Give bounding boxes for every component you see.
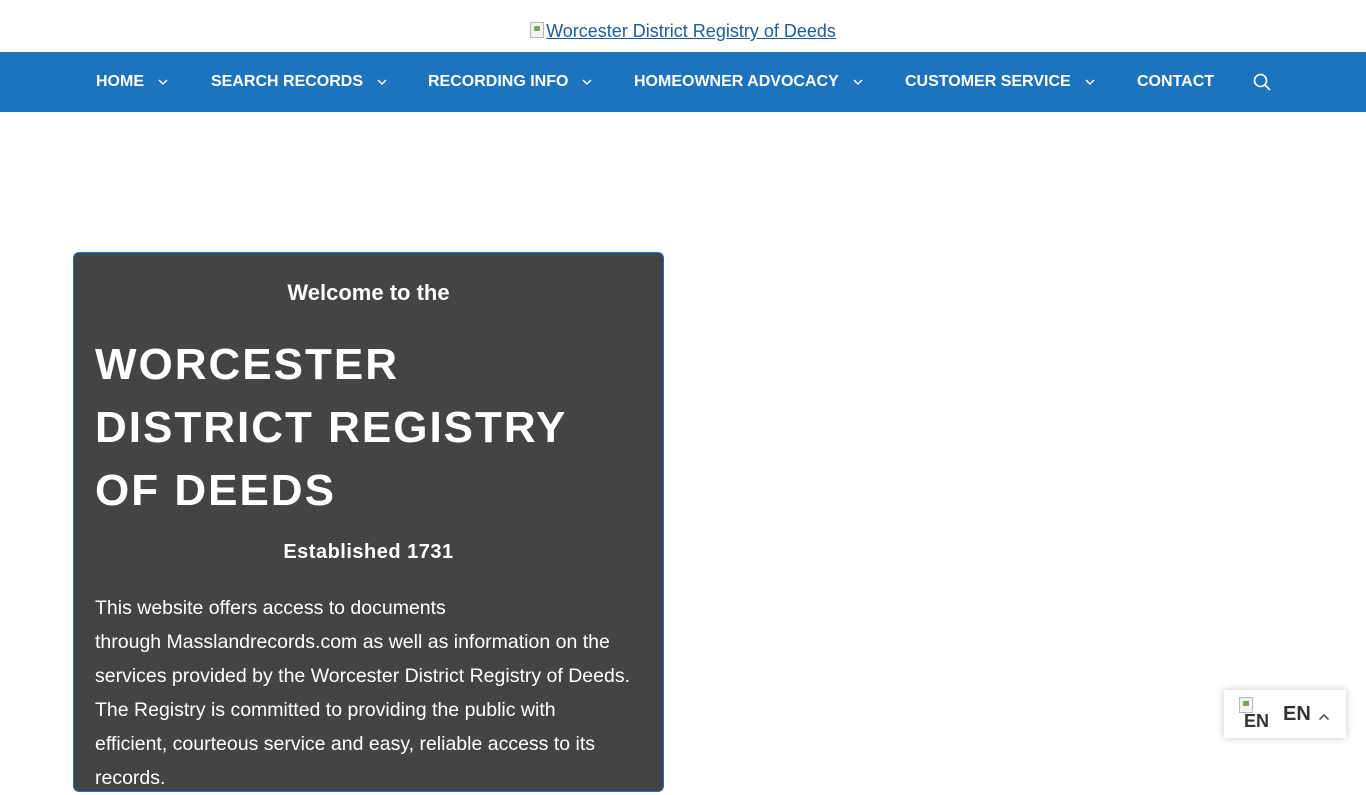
title-line: OF DEEDS [95,466,336,515]
nav-item-home[interactable]: HOME [96,52,168,112]
chevron-down-icon [1085,79,1095,85]
nav-item-label: RECORDING INFO [428,73,569,90]
chevron-down-icon [377,79,387,85]
broken-image-icon [530,21,545,38]
chevron-down-icon [158,79,168,85]
flag-icon: EN [1238,697,1272,731]
title-line: WORCESTER [95,340,399,389]
language-switcher[interactable]: EN EN [1224,690,1346,738]
welcome-card: Welcome to the WORCESTER DISTRICT REGIST… [73,252,664,792]
site-logo-link[interactable]: Worcester District Registry of Deeds [530,21,836,42]
nav-item-recording-info[interactable]: RECORDING INFO [428,52,592,112]
nav-item-contact[interactable]: CONTACT [1137,52,1214,112]
chevron-up-icon [1318,708,1330,726]
established-subtitle: Established 1731 [283,541,454,563]
nav-item-label: CONTACT [1137,73,1215,90]
intro-line: The Registry is committed to providing t… [95,699,556,721]
intro-line: services provided by the Worcester Distr… [95,665,630,687]
nav-item-label: HOMEOWNER ADVOCACY [634,73,839,90]
nav-item-label: HOME [96,73,144,90]
current-language-label: EN [1283,703,1311,725]
page-title: WORCESTER DISTRICT REGISTRY OF DEEDS [95,333,655,522]
main-navigation: HOME SEARCH RECORDS RECORDING INFO HOMEO… [0,52,1366,112]
title-line: DISTRICT REGISTRY [95,403,568,452]
nav-item-homeowner-advocacy[interactable]: HOMEOWNER ADVOCACY [634,52,863,112]
welcome-heading: Welcome to the [287,280,450,305]
nav-item-search-records[interactable]: SEARCH RECORDS [211,52,387,112]
nav-item-customer-service[interactable]: CUSTOMER SERVICE [905,52,1095,112]
intro-line: This website offers access to documents [95,597,446,619]
nav-item-label: CUSTOMER SERVICE [905,73,1071,90]
search-icon[interactable] [1252,72,1272,92]
site-header: Worcester District Registry of Deeds [0,0,1366,52]
intro-line: through Masslandrecords.com as well as i… [95,631,610,653]
chevron-down-icon [582,79,592,85]
chevron-down-icon [853,79,863,85]
flag-alt-text: EN [1244,711,1270,731]
intro-line: efficient, courteous service and easy, r… [95,733,596,755]
logo-alt-text: Worcester District Registry of Deeds [546,21,836,41]
intro-line: records. [95,767,166,789]
nav-item-label: SEARCH RECORDS [211,73,364,90]
intro-paragraph: This website offers access to documents … [95,591,651,795]
